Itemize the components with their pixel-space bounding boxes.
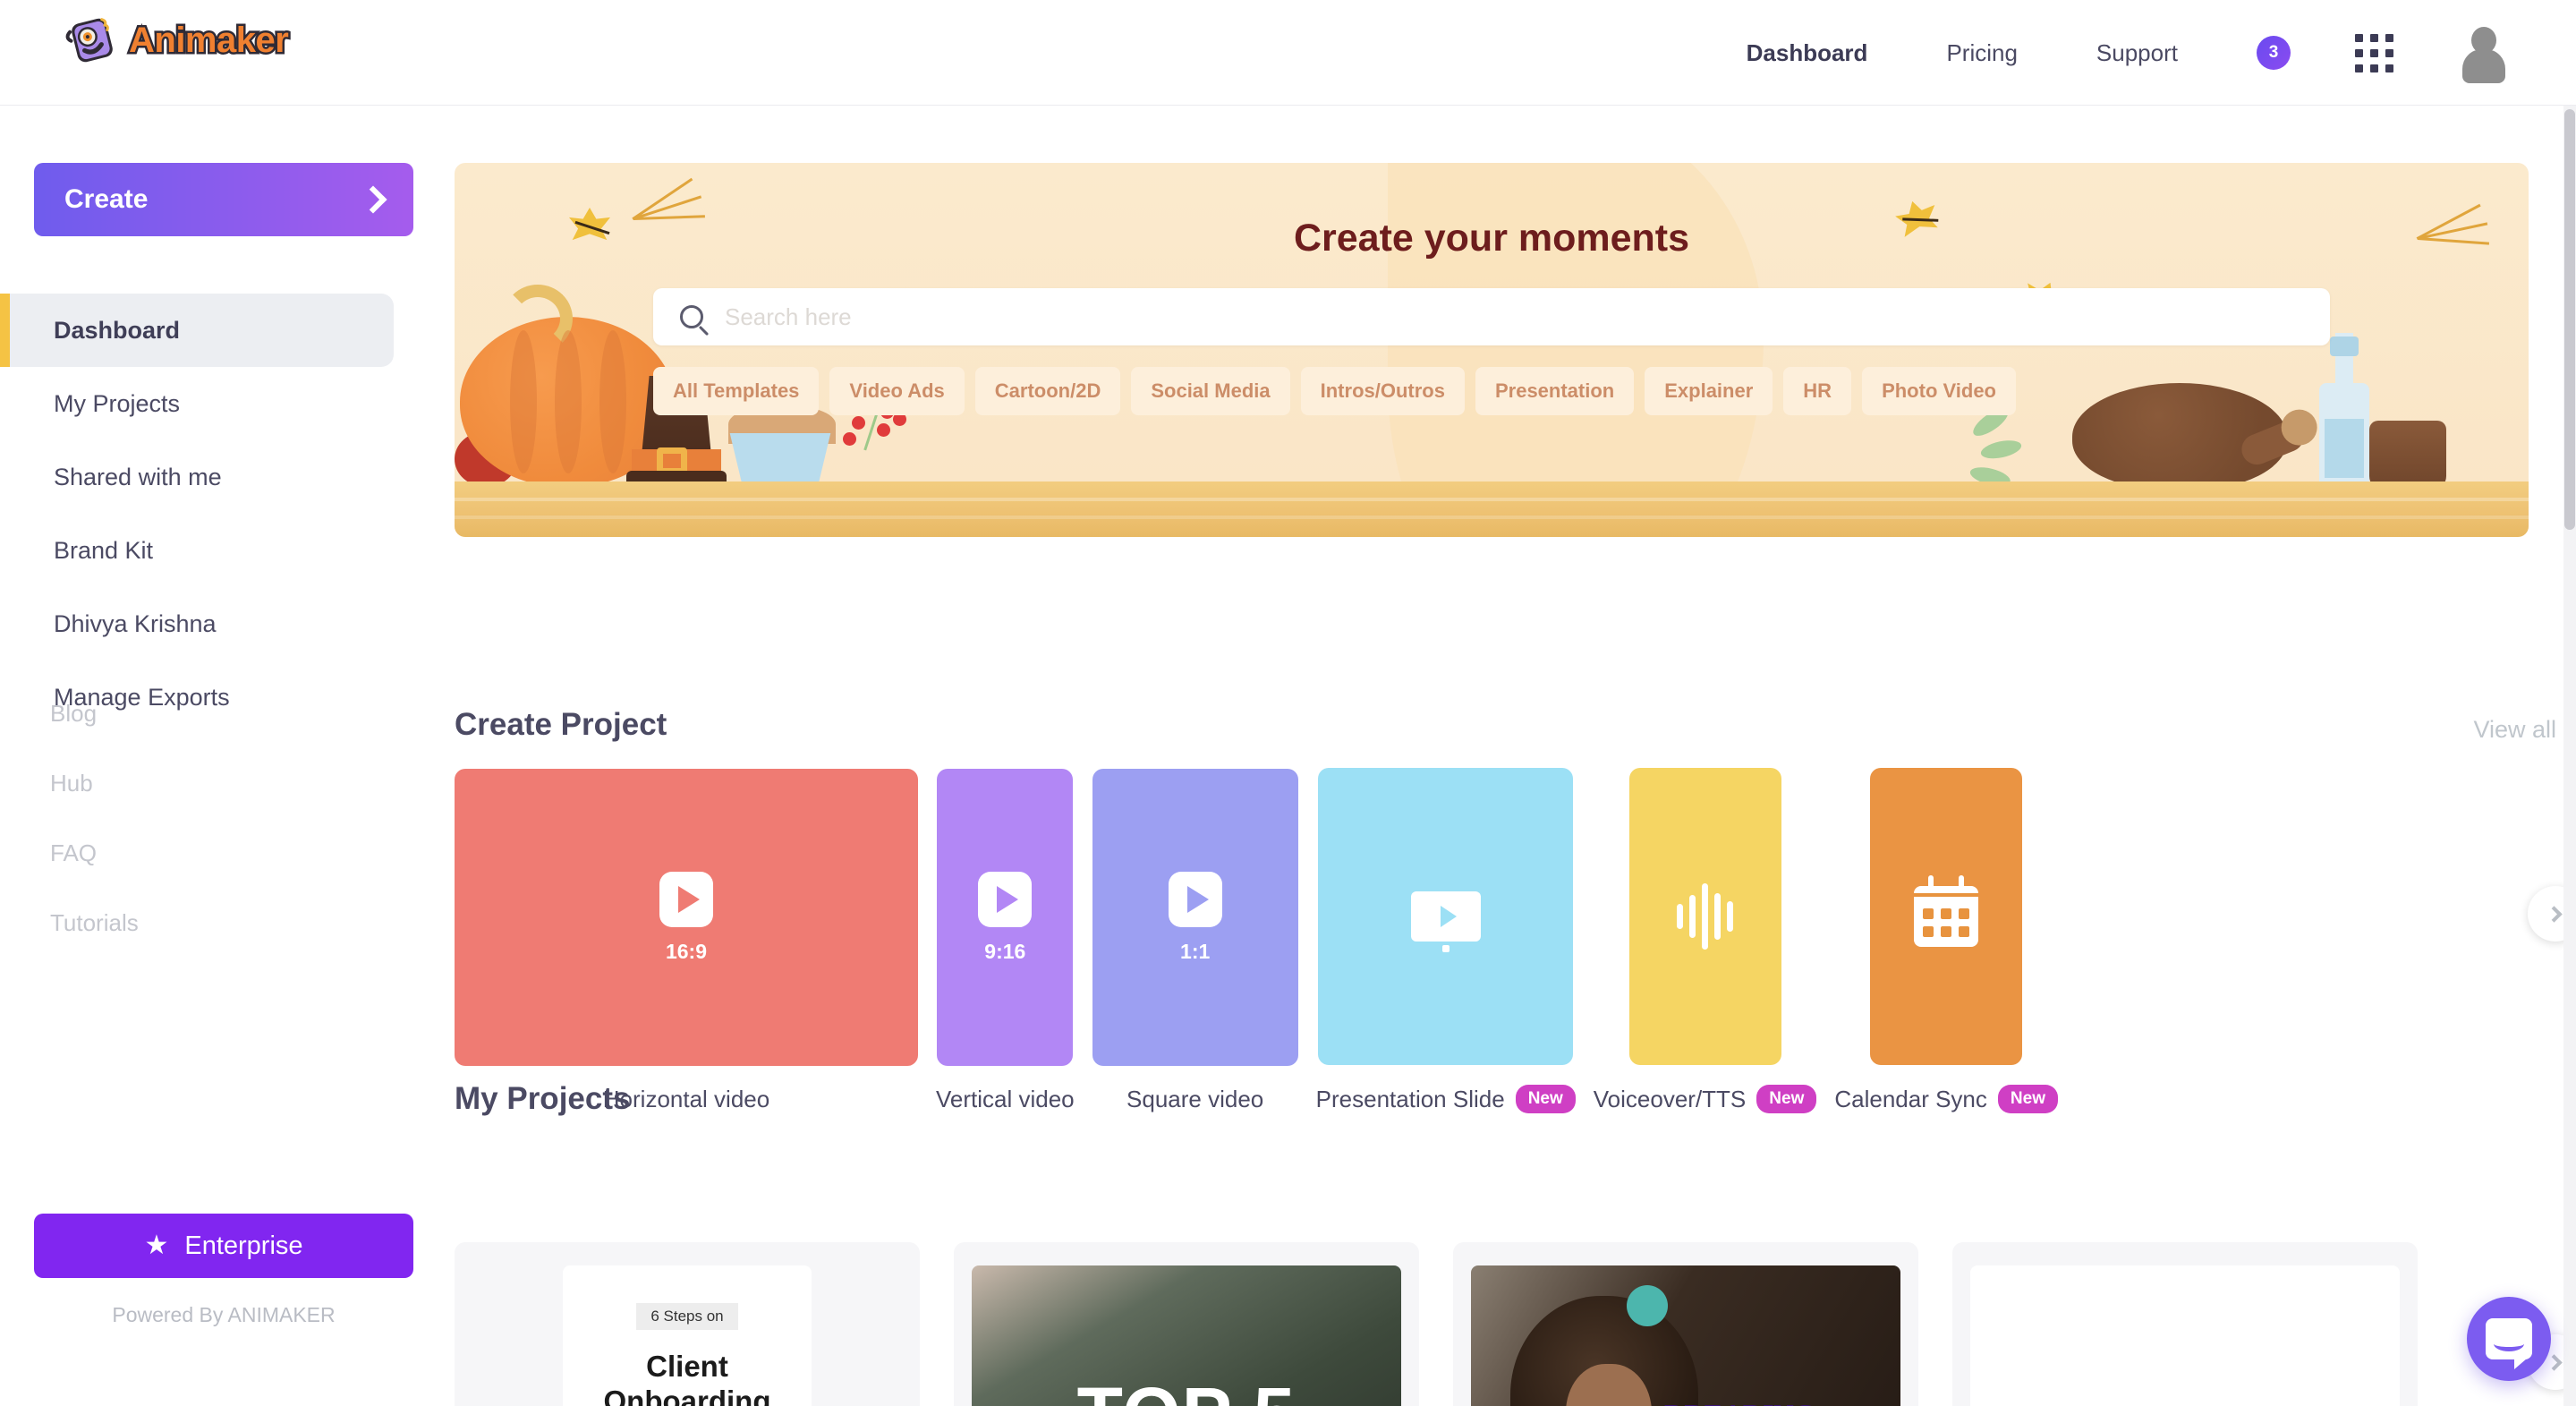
- user-avatar-icon[interactable]: [2456, 25, 2512, 83]
- search-icon: [680, 305, 703, 328]
- project-card-dreading-quarantine[interactable]: DREADING QUARANTINE: [1453, 1242, 1918, 1406]
- nav-pricing[interactable]: Pricing: [1946, 39, 2017, 67]
- powered-by-label: Powered By ANIMAKER: [112, 1303, 336, 1326]
- nav-support[interactable]: Support: [2096, 39, 2178, 67]
- sidebar-item-dashboard[interactable]: Dashboard: [0, 294, 394, 367]
- sidebar-item-brand-kit[interactable]: Brand Kit: [0, 514, 447, 587]
- chevron-right-icon: [2545, 905, 2563, 923]
- search-placeholder: Search here: [725, 303, 852, 330]
- card-vertical-video[interactable]: 9:16 Vertical video: [936, 769, 1075, 1113]
- card-ratio: 9:16: [984, 939, 1026, 963]
- project-thumbnail: [1970, 1265, 2400, 1406]
- left-sidebar: Create Dashboard My Projects Shared with…: [0, 106, 447, 1406]
- sidebar-item-shared-with-me[interactable]: Shared with me: [0, 440, 447, 514]
- chip-cartoon-2d[interactable]: Cartoon/2D: [974, 367, 1121, 415]
- bottle-illustration: [2319, 333, 2369, 490]
- scrollbar-thumb[interactable]: [2564, 109, 2575, 530]
- sidebar-item-my-projects[interactable]: My Projects: [0, 367, 447, 440]
- audio-waveform-icon: [1677, 882, 1734, 950]
- card-ratio: 16:9: [665, 939, 708, 963]
- chevron-right-icon: [359, 185, 387, 214]
- card-calendar-sync[interactable]: Calendar Sync New: [1834, 768, 2058, 1113]
- card-label: Presentation Slide: [1315, 1085, 1505, 1112]
- star-icon: ★: [144, 1231, 169, 1260]
- card-label: Calendar Sync: [1834, 1085, 1987, 1112]
- create-project-cards: 16:9 Horizontal video 9:16 Vertical vide…: [455, 768, 2058, 1113]
- chat-bubble-icon: [2486, 1318, 2532, 1369]
- calendar-icon: [1914, 875, 1979, 947]
- chat-widget-button[interactable]: [2467, 1297, 2551, 1381]
- new-badge: New: [1756, 1085, 1817, 1113]
- chip-explainer[interactable]: Explainer: [1645, 367, 1773, 415]
- template-search-input[interactable]: Search here: [653, 288, 2330, 345]
- new-badge: New: [1997, 1085, 2058, 1113]
- card-voiceover-tts[interactable]: Voiceover/TTS New: [1594, 768, 1817, 1113]
- card-horizontal-video[interactable]: 16:9 Horizontal video: [455, 769, 918, 1113]
- animaker-mascot-icon: [64, 13, 120, 68]
- enterprise-button-label: Enterprise: [184, 1231, 303, 1260]
- project-thumbnail: TOP 5: [972, 1265, 1401, 1406]
- sidebar-nav: Dashboard My Projects Shared with me Bra…: [0, 294, 447, 734]
- chip-intros-outros[interactable]: Intros/Outros: [1300, 367, 1465, 415]
- sidebar-link-tutorials[interactable]: Tutorials: [0, 888, 447, 958]
- monitor-play-icon: [1410, 891, 1481, 942]
- chip-video-ads[interactable]: Video Ads: [829, 367, 965, 415]
- card-label: Square video: [1126, 1086, 1264, 1112]
- view-all-link[interactable]: View all: [2473, 716, 2556, 744]
- nav-dashboard[interactable]: Dashboard: [1747, 39, 1868, 67]
- thumbnail-overlay-text: TOP 5: [972, 1371, 1401, 1406]
- chip-hr[interactable]: HR: [1783, 367, 1852, 415]
- wheat-illustration: [632, 163, 732, 220]
- sidebar-secondary-links: Blog Hub FAQ Tutorials: [0, 678, 447, 958]
- notification-badge[interactable]: 3: [2257, 36, 2291, 70]
- top-navigation-bar: Animaker Dashboard Pricing Support 3: [0, 0, 2576, 106]
- project-card-top5[interactable]: TOP 5: [954, 1242, 1419, 1406]
- project-card-client-onboarding[interactable]: 6 Steps on Client Onboarding: [455, 1242, 920, 1406]
- chip-social-media[interactable]: Social Media: [1131, 367, 1290, 415]
- thumbnail-title: Client Onboarding: [603, 1350, 771, 1406]
- my-projects-row: 6 Steps on Client Onboarding TOP 5 DREAD…: [455, 1242, 2418, 1406]
- play-icon: [659, 871, 713, 927]
- card-square-video[interactable]: 1:1 Square video: [1092, 769, 1298, 1113]
- sidebar-link-faq[interactable]: FAQ: [0, 818, 447, 888]
- enterprise-button[interactable]: ★ Enterprise: [34, 1214, 413, 1278]
- apps-grid-icon[interactable]: [2355, 33, 2393, 72]
- new-badge: New: [1515, 1085, 1576, 1113]
- chip-photo-video[interactable]: Photo Video: [1862, 367, 2016, 415]
- hero-banner: Create your moments Search here All Temp…: [455, 163, 2529, 537]
- card-ratio: 1:1: [1180, 939, 1211, 963]
- create-button[interactable]: Create: [34, 163, 413, 236]
- play-icon: [1168, 871, 1222, 927]
- page-scrollbar[interactable]: [2563, 106, 2576, 1406]
- card-presentation-slide[interactable]: Presentation Slide New: [1316, 768, 1576, 1113]
- project-thumbnail: DREADING QUARANTINE: [1471, 1265, 1900, 1406]
- animaker-logo[interactable]: Animaker: [64, 13, 291, 68]
- card-label: Voiceover/TTS: [1593, 1085, 1747, 1112]
- teal-dot-decoration: [1627, 1285, 1668, 1326]
- project-thumbnail: 6 Steps on Client Onboarding: [563, 1265, 812, 1406]
- card-label: Vertical video: [936, 1086, 1075, 1112]
- main-content: Create your moments Search here All Temp…: [447, 106, 2576, 1406]
- chevron-right-icon: [2545, 1353, 2563, 1371]
- sidebar-item-dhivya-krishna[interactable]: Dhivya Krishna: [0, 587, 447, 660]
- thumbnail-tag: 6 Steps on: [636, 1303, 738, 1330]
- play-icon: [978, 871, 1033, 927]
- my-projects-heading: My Projects: [455, 1081, 631, 1116]
- top-nav-links: Dashboard Pricing Support 3: [1747, 0, 2576, 106]
- project-card-blank[interactable]: [1952, 1242, 2418, 1406]
- chip-presentation[interactable]: Presentation: [1475, 367, 1635, 415]
- brand-name: Animaker: [126, 18, 291, 62]
- template-category-chips: All Templates Video Ads Cartoon/2D Socia…: [653, 367, 2016, 415]
- thumbnail-overlay-text-1: DREADING: [1664, 1398, 1815, 1406]
- sidebar-link-hub[interactable]: Hub: [0, 748, 447, 818]
- create-project-heading: Create Project: [455, 707, 667, 742]
- table-surface-decoration: [455, 481, 2529, 537]
- sidebar-link-blog[interactable]: Blog: [0, 678, 447, 748]
- create-button-label: Create: [64, 184, 149, 214]
- chip-all-templates[interactable]: All Templates: [653, 367, 820, 415]
- hero-title: Create your moments: [1293, 217, 1690, 260]
- greens-illustration: [1965, 404, 2072, 514]
- jar-illustration: [2369, 421, 2446, 490]
